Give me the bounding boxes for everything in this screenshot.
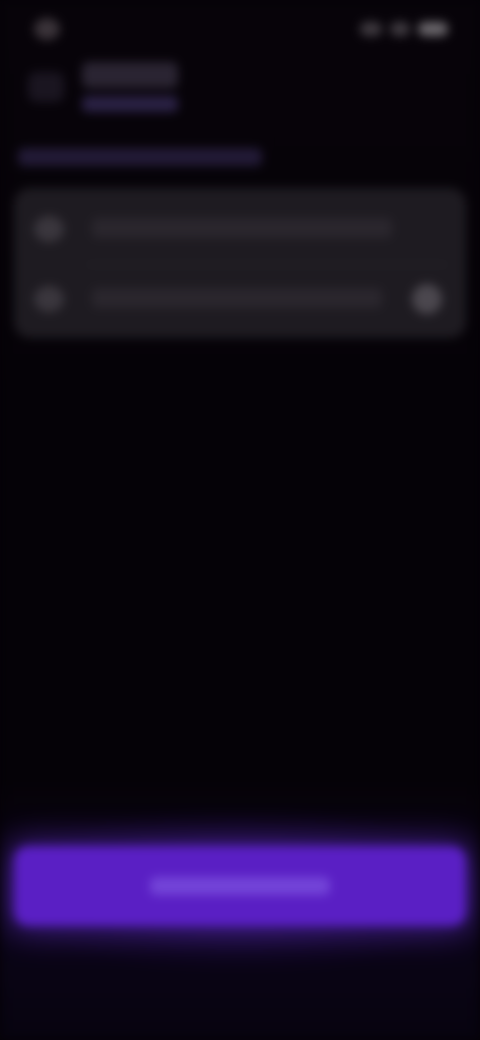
back-arrow-icon[interactable] xyxy=(28,72,64,102)
primary-action-button[interactable] xyxy=(14,846,466,926)
avatar-icon xyxy=(34,216,64,242)
title-block xyxy=(82,62,178,112)
wifi-icon xyxy=(390,22,410,36)
battery-icon xyxy=(418,22,448,36)
settings-card xyxy=(14,188,466,338)
page-subtitle xyxy=(82,96,178,112)
status-indicator-icon xyxy=(34,18,60,40)
signal-icon xyxy=(360,22,382,36)
list-item-label xyxy=(92,218,392,238)
primary-action-label xyxy=(150,877,330,895)
item-icon xyxy=(34,286,64,312)
chevron-icon[interactable] xyxy=(412,284,442,314)
page-title xyxy=(82,62,178,88)
list-item[interactable] xyxy=(14,194,466,264)
header xyxy=(18,54,462,124)
list-item-label xyxy=(92,288,382,308)
app-screen xyxy=(0,0,480,1040)
status-bar xyxy=(0,14,480,48)
status-icons xyxy=(358,22,448,38)
list-item[interactable] xyxy=(14,264,466,334)
section-label xyxy=(18,148,262,166)
